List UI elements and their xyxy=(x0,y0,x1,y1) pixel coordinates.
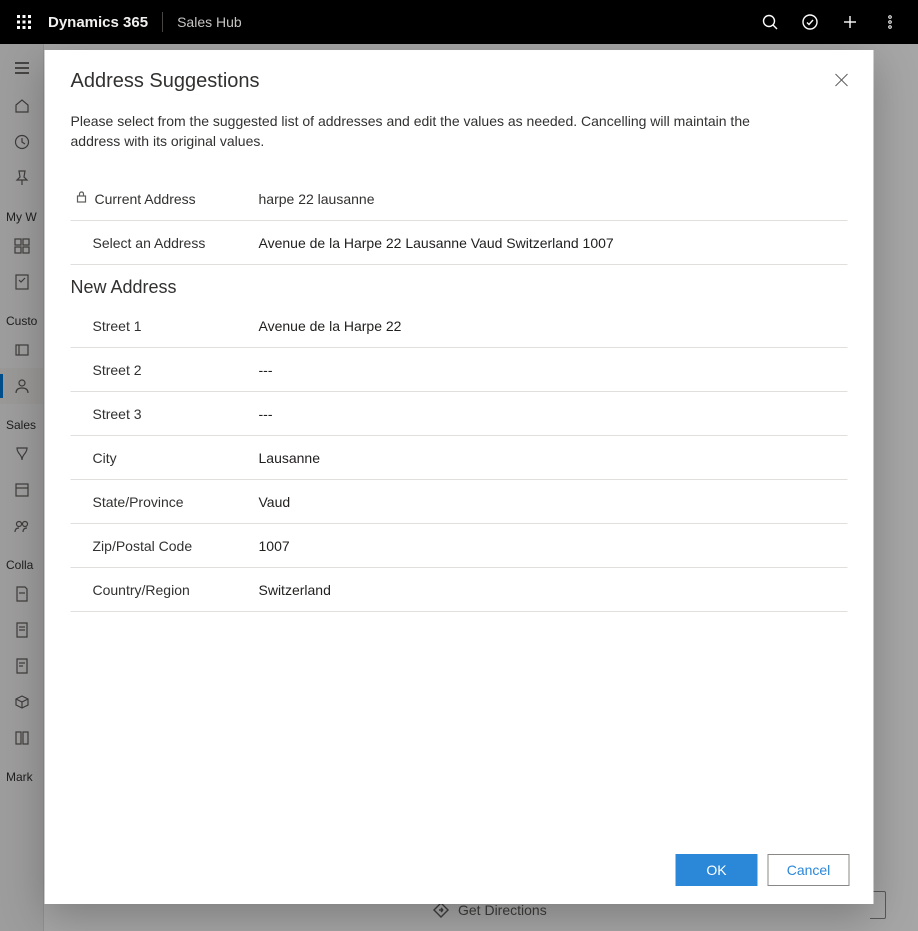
topbar: Dynamics 365 Sales Hub xyxy=(0,0,918,44)
street3-label: Street 3 xyxy=(93,406,142,422)
new-address-title: New Address xyxy=(71,277,848,298)
street2-label: Street 2 xyxy=(93,362,142,378)
lock-icon xyxy=(75,190,89,207)
street1-label: Street 1 xyxy=(93,318,142,334)
dialog-title: Address Suggestions xyxy=(71,70,260,93)
dialog-description: Please select from the suggested list of… xyxy=(71,112,751,151)
street1-value[interactable]: Avenue de la Harpe 22 xyxy=(259,318,848,334)
city-label: City xyxy=(93,450,117,466)
cancel-button[interactable]: Cancel xyxy=(768,854,850,886)
address-suggestions-dialog: Address Suggestions Please select from t… xyxy=(45,50,874,904)
ok-button[interactable]: OK xyxy=(676,854,758,886)
current-address-value: harpe 22 lausanne xyxy=(259,191,848,207)
more-vertical-icon[interactable] xyxy=(870,0,910,44)
select-address-value[interactable]: Avenue de la Harpe 22 Lausanne Vaud Swit… xyxy=(259,235,848,251)
zip-value[interactable]: 1007 xyxy=(259,538,848,554)
app-launcher-icon[interactable] xyxy=(8,6,40,38)
hub-name[interactable]: Sales Hub xyxy=(177,14,242,30)
zip-label: Zip/Postal Code xyxy=(93,538,193,554)
state-value[interactable]: Vaud xyxy=(259,494,848,510)
divider xyxy=(162,12,163,32)
state-label: State/Province xyxy=(93,494,184,510)
search-icon[interactable] xyxy=(750,0,790,44)
current-address-label: Current Address xyxy=(95,191,196,207)
task-icon[interactable] xyxy=(790,0,830,44)
select-address-label: Select an Address xyxy=(93,235,206,251)
country-value[interactable]: Switzerland xyxy=(259,582,848,598)
country-label: Country/Region xyxy=(93,582,190,598)
city-value[interactable]: Lausanne xyxy=(259,450,848,466)
street3-value[interactable]: --- xyxy=(259,406,848,422)
app-name[interactable]: Dynamics 365 xyxy=(48,14,148,31)
plus-icon[interactable] xyxy=(830,0,870,44)
street2-value[interactable]: --- xyxy=(259,362,848,378)
close-icon[interactable] xyxy=(828,66,856,94)
dialog-footer: OK Cancel xyxy=(45,836,874,904)
